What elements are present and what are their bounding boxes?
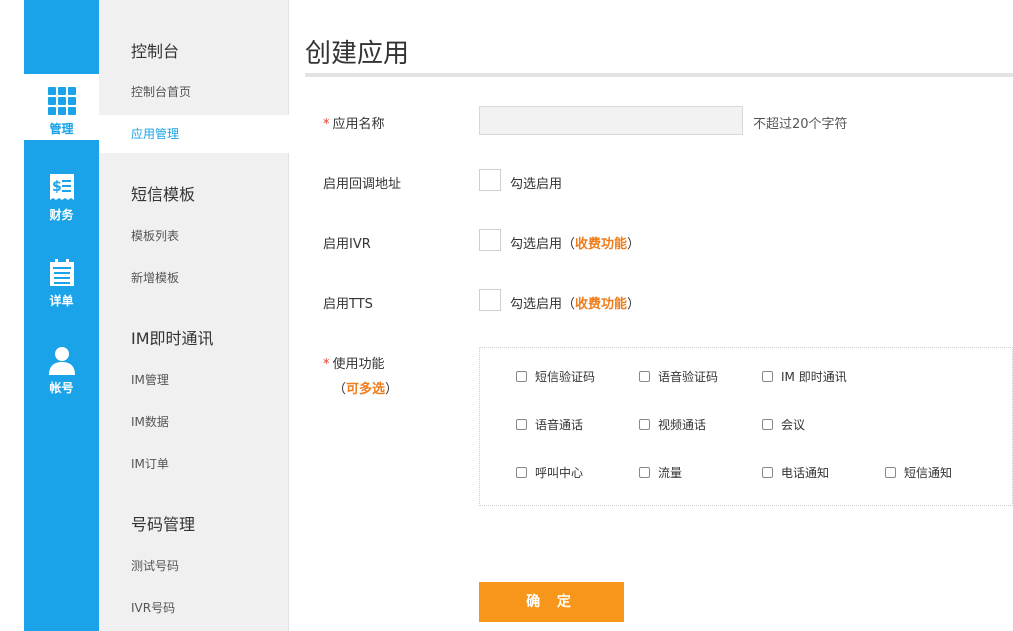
- menu-item-console-home[interactable]: 控制台首页: [99, 73, 289, 111]
- app-name-label: * 应用名称: [323, 113, 385, 132]
- rail-item-finance[interactable]: $ 财务: [24, 172, 99, 223]
- paid-feature-text: 收费功能: [575, 297, 628, 312]
- checkbox[interactable]: [639, 467, 650, 478]
- feature-label: 电话通知: [781, 466, 830, 480]
- paren-close: ）: [385, 382, 399, 397]
- rail-item-label: 帐号: [49, 381, 74, 395]
- tts-checkbox[interactable]: [479, 289, 501, 311]
- paren-open: （: [333, 382, 347, 397]
- feature-label: 视频通话: [658, 418, 707, 432]
- checkbox[interactable]: [762, 419, 773, 430]
- confirm-button[interactable]: 确 定: [479, 582, 624, 622]
- paren-close: ）: [627, 297, 641, 312]
- ivr-checkbox[interactable]: [479, 229, 501, 251]
- features-label-text: 使用功能: [332, 357, 385, 372]
- menu-group-title: 号码管理: [131, 515, 196, 534]
- callback-checkbox[interactable]: [479, 169, 501, 191]
- checkbox[interactable]: [516, 467, 527, 478]
- feature-label: 短信通知: [904, 466, 953, 480]
- menu-item-im-data[interactable]: IM数据: [99, 403, 289, 441]
- app-name-hint: 不超过20个字符: [753, 117, 848, 132]
- paren-close: ）: [627, 237, 641, 252]
- title-divider: [305, 73, 1013, 77]
- feature-label: 短信验证码: [535, 370, 596, 384]
- feature-label: IM 即时通讯: [781, 370, 847, 384]
- feature-phone-notice[interactable]: 电话通知: [762, 464, 829, 481]
- rail-item-label: 管理: [49, 122, 74, 136]
- menu-item-ivr-numbers[interactable]: IVR号码: [99, 589, 289, 627]
- paid-feature-text: 收费功能: [575, 237, 628, 252]
- feature-meeting[interactable]: 会议: [762, 416, 805, 433]
- feature-label: 语音通话: [535, 418, 584, 432]
- rail-item-label: 详单: [49, 294, 74, 308]
- side-menu: 控制台 控制台首页 应用管理 短信模板 模板列表 新增模板 IM即时通讯 IM管…: [99, 0, 289, 631]
- feature-label: 语音验证码: [658, 370, 719, 384]
- menu-group-title: IM即时通讯: [131, 329, 214, 348]
- menu-group-title: 短信模板: [131, 185, 196, 204]
- callback-option: 勾选启用: [510, 177, 563, 192]
- main-content: 创建应用 * 应用名称 不超过20个字符 启用回调地址 勾选启用 启用IVR 勾选…: [305, 0, 1013, 631]
- app-name-input[interactable]: [479, 106, 743, 135]
- page: 管理 $ 财务 详单 帐号 控制台 控制台首页 应用管理 短信模板 模板列表 新…: [0, 0, 1013, 631]
- feature-im[interactable]: IM 即时通讯: [762, 368, 847, 385]
- calendar-list-icon: [49, 259, 74, 286]
- feature-video-call[interactable]: 视频通话: [639, 416, 706, 433]
- page-title: 创建应用: [305, 39, 410, 69]
- required-mark: *: [323, 357, 330, 372]
- grid-icon: [47, 87, 76, 115]
- svg-text:$: $: [52, 179, 62, 195]
- feature-label: 流量: [658, 466, 683, 480]
- invoice-icon: $: [49, 174, 74, 200]
- checkbox[interactable]: [885, 467, 896, 478]
- checkbox[interactable]: [639, 419, 650, 430]
- feature-call-center[interactable]: 呼叫中心: [516, 464, 583, 481]
- paren-open: （: [562, 297, 576, 312]
- menu-item-template-list[interactable]: 模板列表: [99, 217, 289, 255]
- rail-item-details[interactable]: 详单: [24, 258, 99, 309]
- feature-sms-code[interactable]: 短信验证码: [516, 368, 595, 385]
- app-name-label-text: 应用名称: [332, 117, 385, 132]
- multi-select-text: 可多选: [346, 382, 386, 397]
- user-icon: [48, 347, 75, 375]
- feature-sms-notice[interactable]: 短信通知: [885, 464, 952, 481]
- feature-label: 会议: [781, 418, 806, 432]
- feature-voice-call[interactable]: 语音通话: [516, 416, 583, 433]
- ivr-option-text: 勾选启用: [510, 237, 563, 252]
- rail-item-label: 财务: [49, 208, 74, 222]
- checkbox[interactable]: [762, 371, 773, 382]
- features-box: 短信验证码 语音验证码 IM 即时通讯 语音通话 视频通话 会议 呼叫中心 流量…: [479, 347, 1013, 506]
- required-mark: *: [323, 117, 330, 132]
- feature-data-traffic[interactable]: 流量: [639, 464, 682, 481]
- menu-item-test-numbers[interactable]: 测试号码: [99, 547, 289, 585]
- feature-voice-code[interactable]: 语音验证码: [639, 368, 718, 385]
- menu-item-add-template[interactable]: 新增模板: [99, 259, 289, 297]
- multi-select-hint: （可多选）: [333, 378, 398, 397]
- tts-option: 勾选启用（收费功能）: [510, 293, 640, 312]
- menu-item-im-orders[interactable]: IM订单: [99, 445, 289, 483]
- icon-rail-bar: 管理 $ 财务 详单 帐号: [24, 0, 99, 631]
- menu-item-im-management[interactable]: IM管理: [99, 361, 289, 399]
- checkbox[interactable]: [516, 371, 527, 382]
- checkbox[interactable]: [762, 467, 773, 478]
- rail-item-manage[interactable]: 管理: [24, 74, 99, 140]
- menu-group-title: 控制台: [131, 42, 180, 61]
- ivr-label: 启用IVR: [323, 237, 371, 252]
- checkbox[interactable]: [639, 371, 650, 382]
- feature-label: 呼叫中心: [535, 466, 584, 480]
- icon-rail: 管理 $ 财务 详单 帐号: [0, 0, 99, 631]
- ivr-option: 勾选启用（收费功能）: [510, 233, 640, 252]
- menu-item-app-management[interactable]: 应用管理: [99, 115, 289, 153]
- tts-label: 启用TTS: [323, 297, 373, 312]
- tts-option-text: 勾选启用: [510, 297, 563, 312]
- callback-label: 启用回调地址: [323, 177, 402, 192]
- rail-item-account[interactable]: 帐号: [24, 345, 99, 396]
- paren-open: （: [562, 237, 576, 252]
- features-label: * 使用功能: [323, 353, 385, 372]
- checkbox[interactable]: [516, 419, 527, 430]
